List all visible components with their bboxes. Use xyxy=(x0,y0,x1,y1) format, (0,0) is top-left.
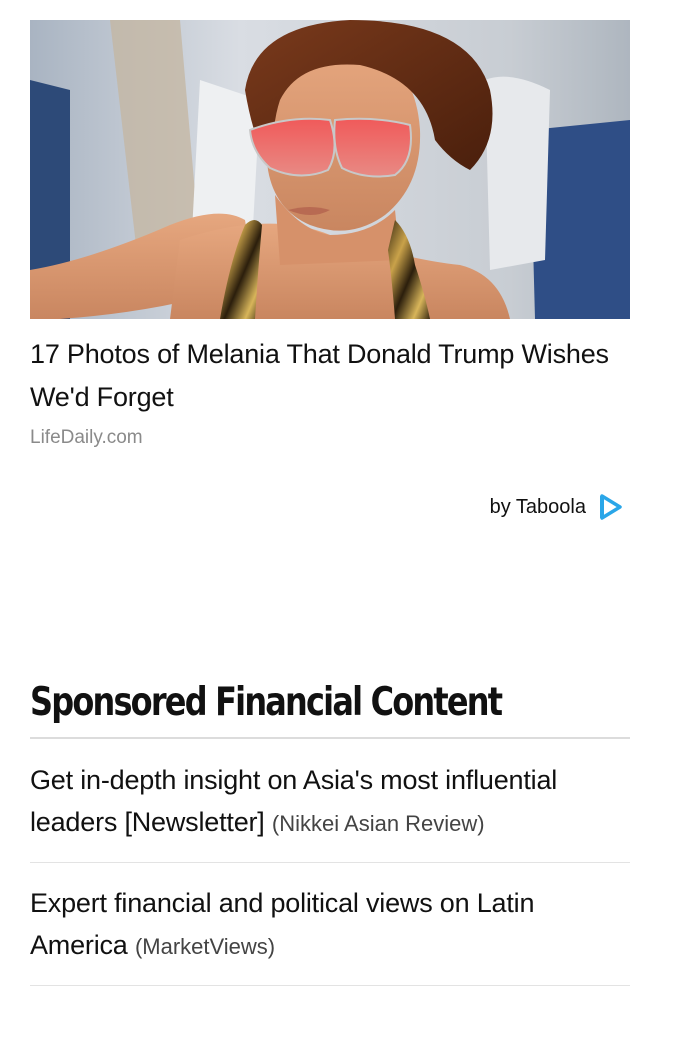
photo-illustration xyxy=(30,20,630,319)
list-item[interactable]: Expert financial and political views on … xyxy=(30,863,630,986)
sponsored-financial-content-section: Sponsored Financial Content Get in-depth… xyxy=(30,676,630,986)
financial-content-source: (MarketViews) xyxy=(134,934,276,959)
financial-content-link[interactable]: Expert financial and political views on … xyxy=(30,888,534,960)
story-thumbnail-image[interactable] xyxy=(30,20,630,319)
story-source: LifeDaily.com xyxy=(30,427,143,448)
financial-content-source: (Nikkei Asian Review) xyxy=(271,811,485,836)
story-headline[interactable]: 17 Photos of Melania That Donald Trump W… xyxy=(30,333,630,419)
list-item[interactable]: Get in-depth insight on Asia's most infl… xyxy=(30,739,630,863)
sponsored-story-card[interactable]: 17 Photos of Melania That Donald Trump W… xyxy=(30,20,630,449)
financial-content-list: Get in-depth insight on Asia's most infl… xyxy=(30,739,630,986)
taboola-label: by Taboola xyxy=(489,495,586,518)
section-title: Sponsored Financial Content xyxy=(30,680,503,725)
taboola-play-icon xyxy=(598,493,624,521)
taboola-attribution[interactable]: by Taboola xyxy=(490,493,624,521)
